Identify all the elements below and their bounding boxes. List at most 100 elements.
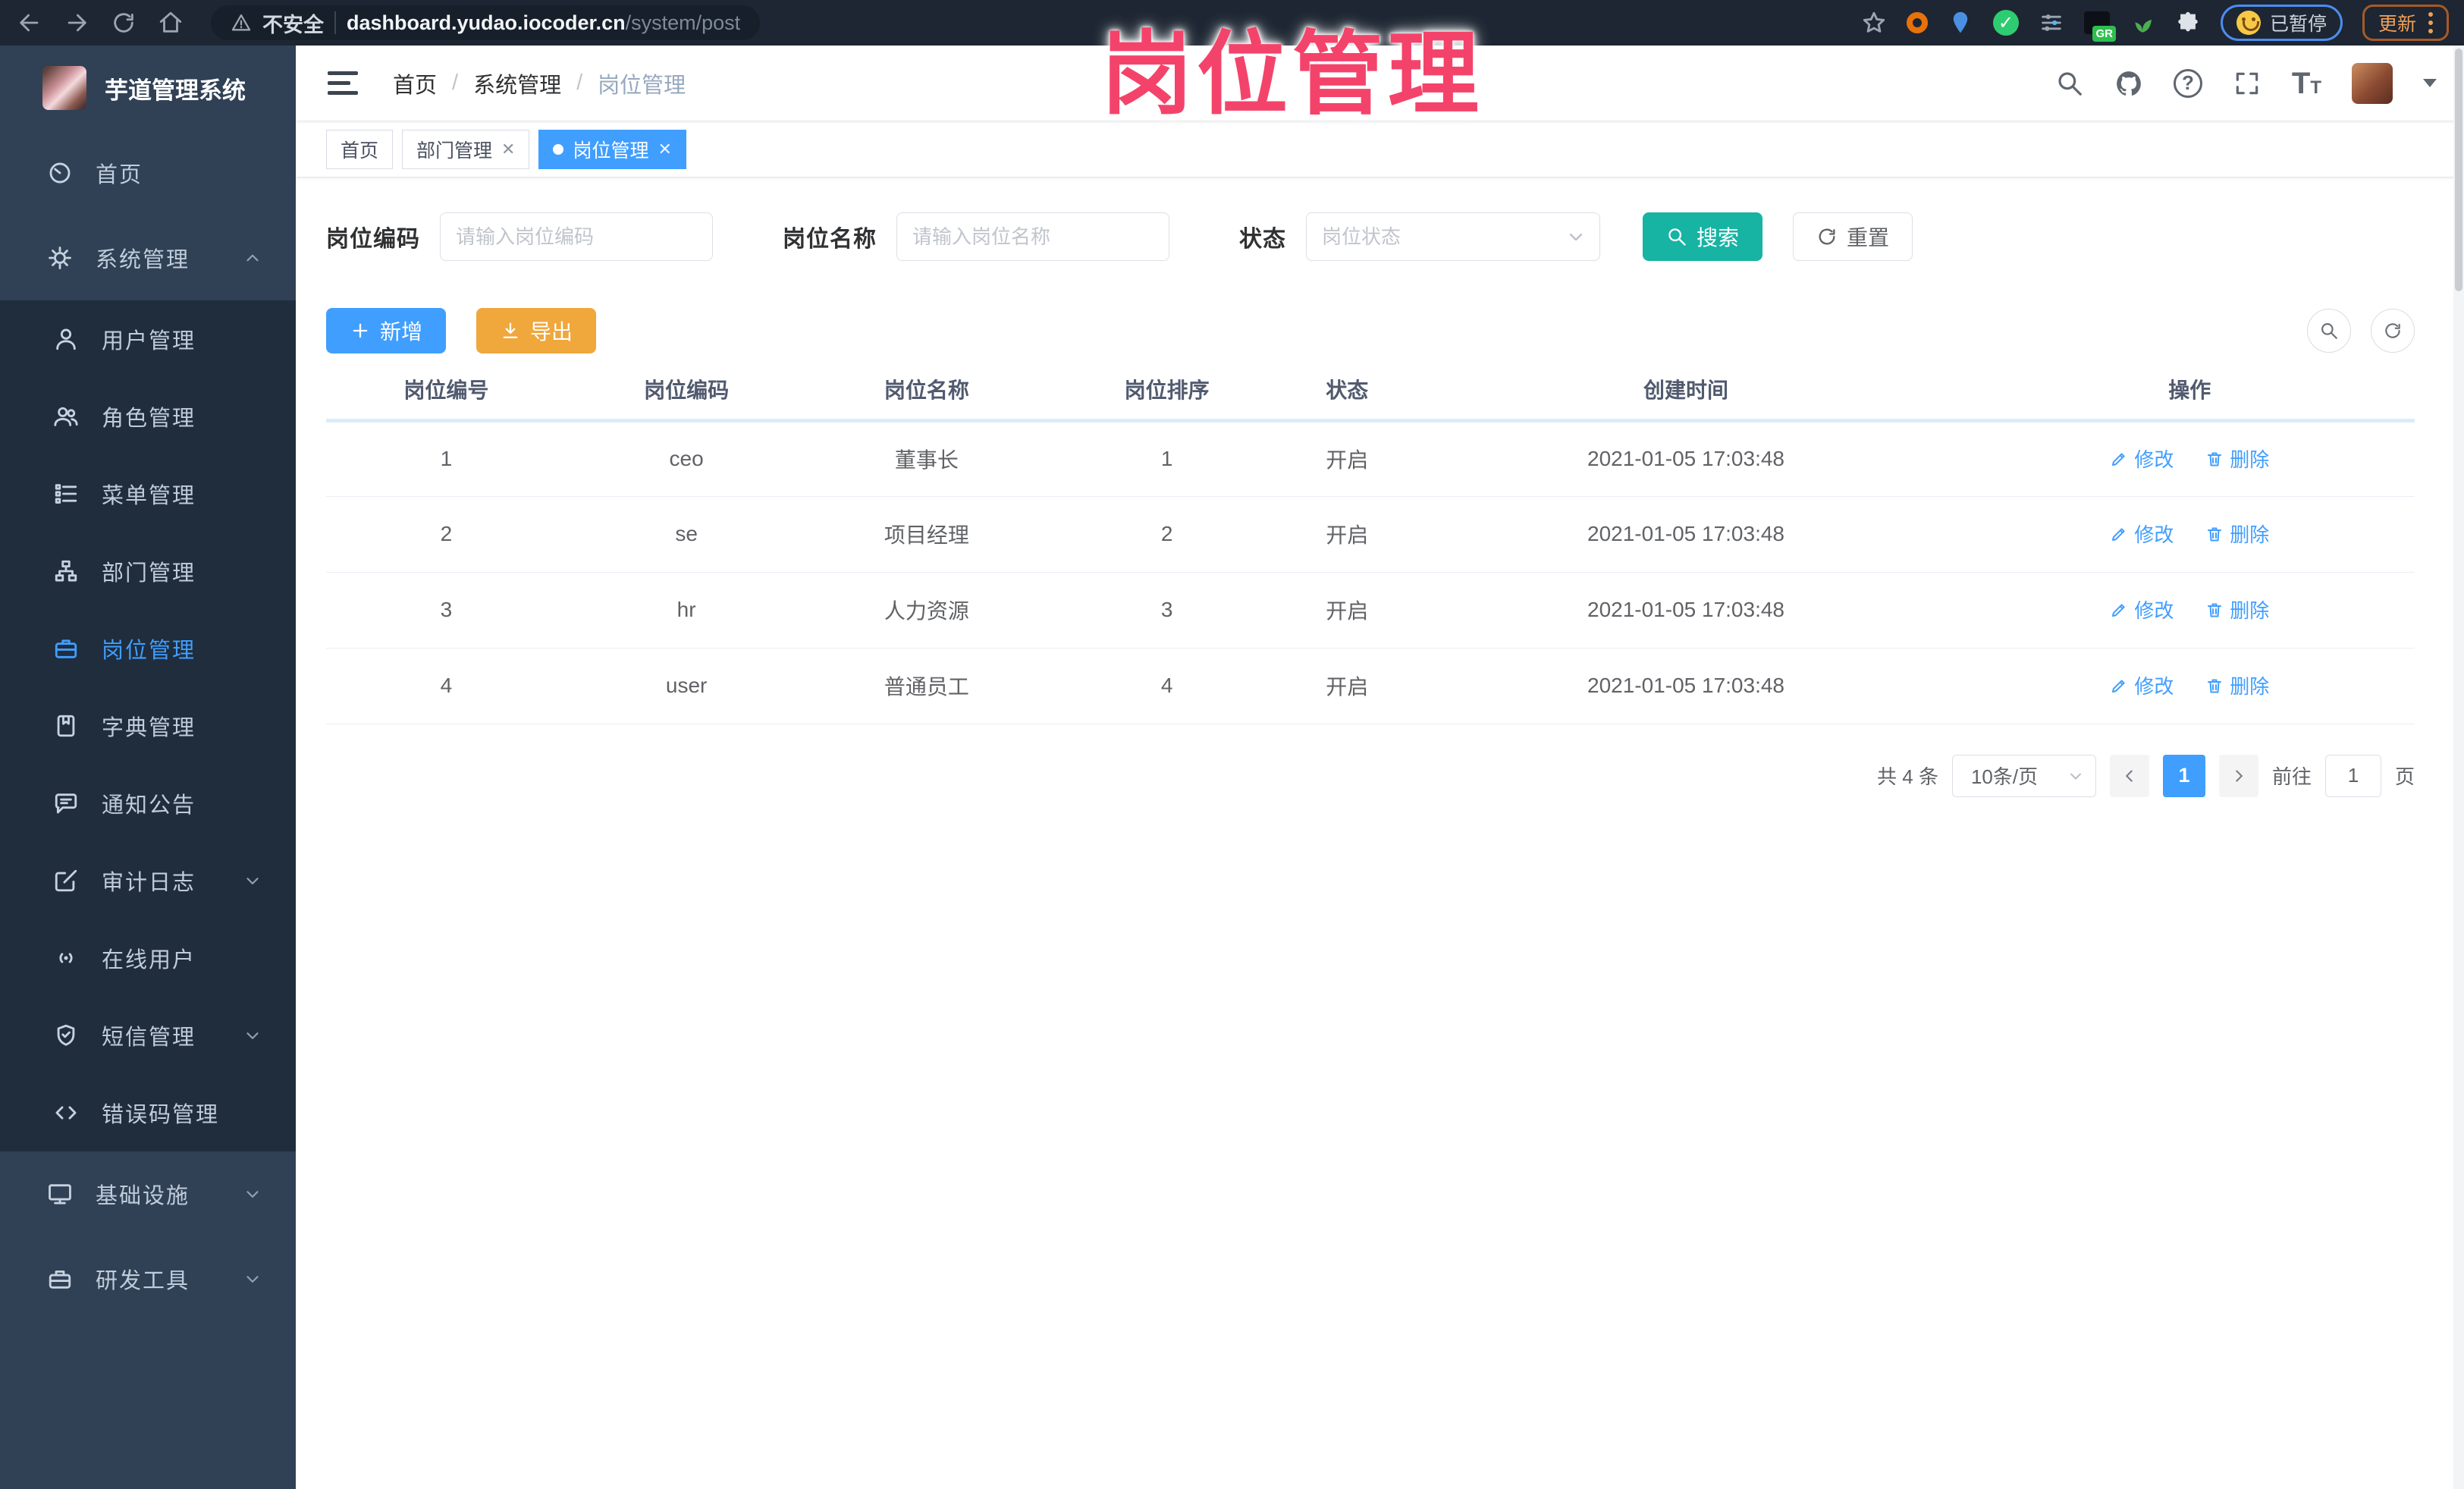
scrollbar-thumb[interactable]: [2455, 49, 2462, 291]
sidebar-item-online-users[interactable]: 在线用户: [0, 919, 296, 997]
sidebar-item-dev-tools[interactable]: 研发工具: [0, 1236, 296, 1321]
tag-home[interactable]: 首页: [326, 129, 394, 169]
table-header-row: 岗位编号 岗位编码 岗位名称 岗位排序 状态 创建时间 操作: [326, 360, 2415, 423]
edit-link[interactable]: 修改: [2110, 520, 2174, 548]
prev-page-button[interactable]: [2109, 754, 2149, 797]
sidebar-item-notice[interactable]: 通知公告: [0, 765, 296, 842]
add-button[interactable]: 新增: [326, 308, 447, 353]
bookmark-star-icon[interactable]: [1861, 10, 1887, 36]
avatar[interactable]: [2352, 62, 2393, 104]
sidebar-item-post-mgmt[interactable]: 岗位管理: [0, 610, 296, 687]
goto-page-input[interactable]: [2324, 754, 2381, 797]
sidebar-item-system[interactable]: 系统管理: [0, 215, 296, 300]
tag-dept-mgmt[interactable]: 部门管理 ✕: [402, 129, 530, 169]
reset-button[interactable]: 重置: [1793, 212, 1913, 261]
green-check-icon[interactable]: ✓: [1992, 10, 2019, 36]
breadcrumb-system[interactable]: 系统管理: [473, 68, 561, 99]
next-page-button[interactable]: [2218, 754, 2258, 797]
help-icon[interactable]: ?: [2173, 68, 2202, 98]
close-icon[interactable]: ✕: [658, 140, 671, 159]
download-icon: [500, 320, 521, 341]
sidebar-item-role-mgmt[interactable]: 角色管理: [0, 378, 296, 455]
sidebar-item-menu-mgmt[interactable]: 菜单管理: [0, 455, 296, 532]
navbar-actions: ? TT: [2055, 62, 2464, 104]
notice-bubble-icon: [53, 790, 79, 816]
current-page[interactable]: 1: [2162, 754, 2205, 797]
plant-icon[interactable]: [2130, 10, 2155, 36]
puzzle-icon[interactable]: [2175, 10, 2201, 36]
home-icon[interactable]: [158, 10, 184, 36]
address-bar[interactable]: 不安全 dashboard.yudao.iocoder.cn/system/po…: [211, 5, 761, 40]
url-host[interactable]: dashboard.yudao.iocoder.cn: [347, 11, 626, 34]
edit-icon: [2110, 525, 2128, 543]
caret-down-icon[interactable]: [2423, 79, 2437, 87]
refresh-button[interactable]: [2371, 309, 2415, 353]
breadcrumb-separator: /: [452, 71, 459, 95]
sidebar-item-dict-mgmt[interactable]: 字典管理: [0, 687, 296, 765]
chevron-down-icon: [243, 1184, 262, 1204]
forward-icon[interactable]: [64, 10, 89, 36]
sidebar-item-audit-log[interactable]: 审计日志: [0, 842, 296, 919]
post-management-page: 岗位编码 岗位名称 状态 搜索 重置: [296, 177, 2464, 797]
sidebar: 芋道管理系统 首页 系统管理 用户管理 角色管理 菜单管理 部门管理 岗位管理 …: [0, 46, 296, 1489]
page-size-select[interactable]: 10条/页: [1951, 754, 2096, 797]
sliders-icon[interactable]: [2039, 10, 2064, 36]
toggle-search-button[interactable]: [2307, 309, 2351, 353]
edit-icon: [2110, 677, 2128, 695]
paused-extension-pill[interactable]: 已暂停: [2220, 5, 2343, 41]
sidebar-item-infrastructure[interactable]: 基础设施: [0, 1151, 296, 1236]
font-size-icon[interactable]: TT: [2292, 68, 2321, 99]
orange-ring-icon[interactable]: [1906, 12, 1928, 33]
search-button[interactable]: 搜索: [1643, 212, 1763, 261]
signal-icon: [53, 945, 79, 971]
close-icon[interactable]: ✕: [501, 140, 515, 159]
post-name-input[interactable]: [896, 212, 1169, 261]
fullscreen-icon[interactable]: [2233, 69, 2262, 98]
status-select[interactable]: [1306, 212, 1600, 261]
search-icon[interactable]: [2055, 69, 2084, 98]
sidebar-item-user-mgmt[interactable]: 用户管理: [0, 300, 296, 378]
export-button[interactable]: 导出: [476, 308, 597, 353]
edit-link[interactable]: 修改: [2110, 445, 2174, 473]
page-title-overlay: 岗位管理: [1101, 24, 1483, 125]
post-code-input[interactable]: [440, 212, 713, 261]
app-logo[interactable]: 芋道管理系统: [0, 46, 296, 130]
blue-pin-icon[interactable]: [1948, 10, 1973, 36]
search-form: 岗位编码 岗位名称 状态 搜索 重置: [326, 212, 2415, 261]
edit-icon: [2110, 601, 2128, 619]
reload-icon[interactable]: [111, 10, 137, 36]
table-toolbar: 新增 导出: [326, 308, 2415, 353]
status-value: 开启: [1287, 648, 1408, 724]
hamburger-icon[interactable]: [328, 71, 358, 95]
edit-link[interactable]: 修改: [2110, 595, 2174, 624]
update-browser-button[interactable]: 更新: [2362, 5, 2449, 41]
sidebar-item-error-code[interactable]: 错误码管理: [0, 1074, 296, 1151]
sidebar-item-dept-mgmt[interactable]: 部门管理: [0, 532, 296, 610]
breadcrumb-separator: /: [576, 71, 583, 95]
pagination: 共 4 条 10条/页 1 前往 页: [326, 754, 2415, 797]
delete-link[interactable]: 删除: [2205, 595, 2269, 624]
table-row: 4 user 普通员工 4 开启 2021-01-05 17:03:48 修改 …: [326, 648, 2415, 724]
trash-icon: [2205, 601, 2224, 619]
gr-badge-icon[interactable]: GR: [2083, 11, 2116, 42]
shield-icon: [53, 1023, 79, 1048]
delete-link[interactable]: 删除: [2205, 520, 2269, 548]
sidebar-item-home[interactable]: 首页: [0, 130, 296, 215]
status-select-input[interactable]: [1306, 212, 1600, 261]
delete-link[interactable]: 删除: [2205, 671, 2269, 699]
update-label: 更新: [2378, 14, 2416, 35]
security-label[interactable]: 不安全: [262, 8, 324, 38]
logo-image: [42, 66, 86, 110]
breadcrumb-home[interactable]: 首页: [393, 68, 437, 99]
chevron-down-icon: [243, 1269, 262, 1289]
tag-post-mgmt[interactable]: 岗位管理 ✕: [538, 129, 686, 169]
kebab-menu-icon[interactable]: [2428, 12, 2433, 33]
github-icon[interactable]: [2114, 69, 2143, 98]
delete-link[interactable]: 删除: [2205, 445, 2269, 473]
edit-link[interactable]: 修改: [2110, 671, 2174, 699]
status-value: 开启: [1287, 420, 1408, 497]
sidebar-item-sms-mgmt[interactable]: 短信管理: [0, 997, 296, 1074]
scrollbar[interactable]: [2453, 46, 2464, 1489]
url-path[interactable]: /system/post: [626, 11, 741, 34]
back-icon[interactable]: [17, 10, 42, 36]
